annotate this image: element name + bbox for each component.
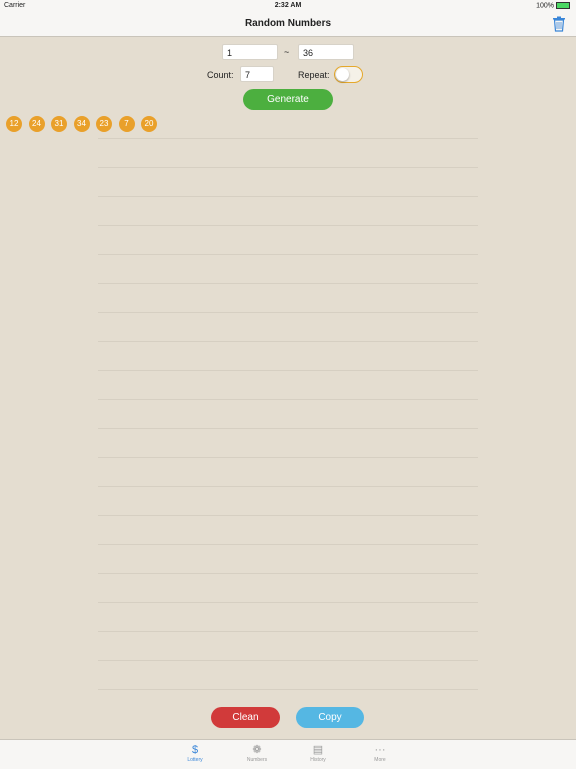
result-ball: 23 [96,116,112,132]
tab-label: History [310,757,326,763]
result-ball: 31 [51,116,67,132]
tab-more[interactable]: ··· More [360,743,400,763]
wheel-icon: ❁ [252,744,262,756]
tab-history[interactable]: ▤ History [298,743,338,763]
more-icon: ··· [374,744,386,756]
repeat-label: Repeat: [298,70,330,80]
toggle-knob [336,68,349,81]
status-bar: Carrier 2:32 AM 100% [0,0,576,12]
battery-indicator: 100% [536,2,570,9]
repeat-toggle[interactable] [334,66,363,83]
tab-bar: $ Lottery ❁ Numbers ▤ History ··· More [0,739,576,769]
history-icon: ▤ [312,744,324,756]
navigation-bar: Random Numbers [0,12,576,37]
clean-button[interactable]: Clean [211,707,280,728]
result-ball: 34 [73,116,90,132]
count-input[interactable]: 7 [240,66,274,82]
range-from-input[interactable]: 1 [222,44,278,60]
tab-label: Numbers [246,757,268,763]
copy-button[interactable]: Copy [296,707,364,728]
generate-button[interactable]: Generate [243,89,333,110]
result-ball: 7 [118,116,135,132]
tab-numbers[interactable]: ❁ Numbers [237,743,277,763]
result-ball: 12 [6,116,22,132]
dollar-icon: $ [191,744,199,756]
tab-label: More [374,757,386,763]
battery-icon [556,2,570,9]
range-separator: ~ [284,47,290,57]
result-ball: 20 [141,116,157,132]
battery-percent: 100% [536,2,554,10]
status-time: 2:32 AM [274,2,302,9]
tab-lottery[interactable]: $ Lottery [175,743,215,763]
range-to-input[interactable]: 36 [298,44,354,60]
result-ball: 24 [28,116,45,132]
page-title: Random Numbers [244,18,332,29]
count-label: Count: [207,70,234,80]
trash-icon[interactable] [552,16,566,32]
history-ruled-area [98,138,478,718]
tab-label: Lottery [187,757,203,763]
